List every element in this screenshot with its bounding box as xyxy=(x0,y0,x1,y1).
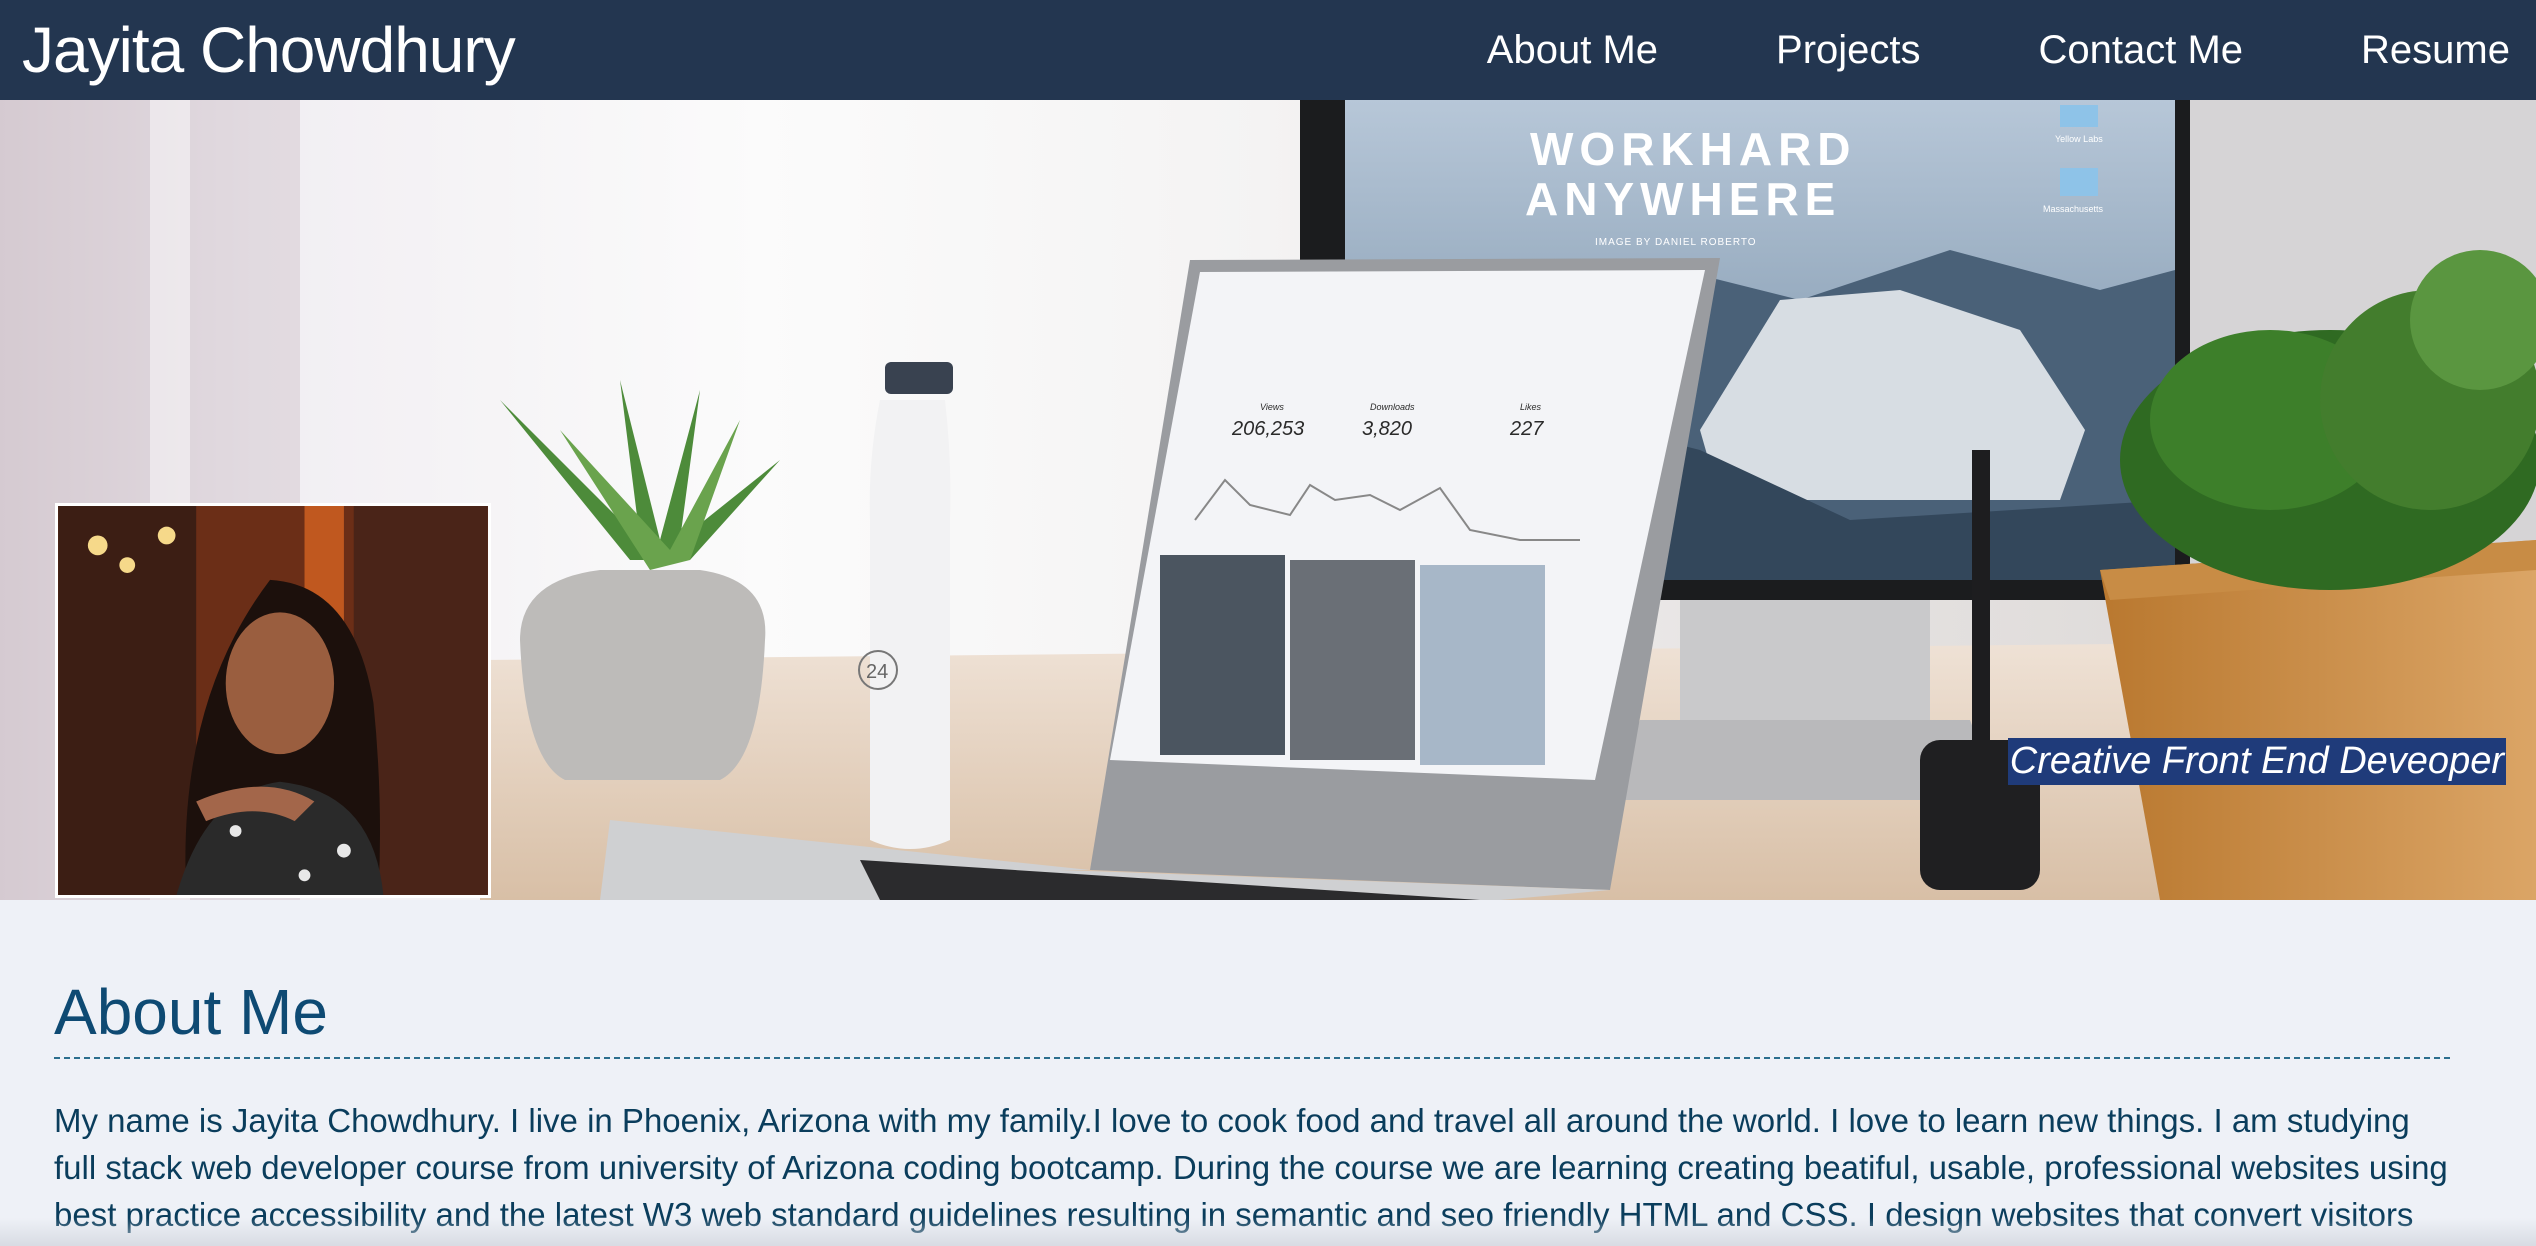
hero-banner: WORKHARD ANYWHERE IMAGE BY DANIEL ROBERT… xyxy=(0,100,2536,900)
site-title[interactable]: Jayita Chowdhury xyxy=(22,13,516,87)
stat-likes-value: 227 xyxy=(1509,418,1544,440)
folder-icon xyxy=(2060,105,2098,127)
nav-resume[interactable]: Resume xyxy=(2361,28,2510,73)
desktop-folder-1: Yellow Labs xyxy=(2055,134,2103,144)
scroll-fade xyxy=(0,1218,2536,1246)
about-heading: About Me xyxy=(54,975,2450,1059)
potted-plant-left xyxy=(500,380,780,780)
folder-icon xyxy=(2060,168,2098,196)
monitor-headline-1: WORKHARD xyxy=(1530,123,1857,175)
main-nav: About Me Projects Contact Me Resume xyxy=(1487,0,2510,100)
monitor-credit: IMAGE BY DANIEL ROBERTO xyxy=(1595,237,1757,248)
stat-downloads-value: 3,820 xyxy=(1362,418,1412,440)
nav-about-me[interactable]: About Me xyxy=(1487,28,1658,73)
stat-likes-label: Likes xyxy=(1520,402,1542,412)
about-section: About Me My name is Jayita Chowdhury. I … xyxy=(54,975,2450,1238)
stat-views-value: 206,253 xyxy=(1231,418,1304,440)
bottle-number: 24 xyxy=(866,661,888,683)
hero-tagline: Creative Front End Deveoper xyxy=(2007,738,2506,785)
water-bottle: 24 xyxy=(858,362,953,849)
nav-projects[interactable]: Projects xyxy=(1776,28,1921,73)
stat-downloads-label: Downloads xyxy=(1370,402,1415,412)
nav-contact-me[interactable]: Contact Me xyxy=(2039,28,2244,73)
profile-photo xyxy=(55,503,491,898)
about-paragraph: My name is Jayita Chowdhury. I live in P… xyxy=(54,1102,2448,1233)
desktop-folder-2: Massachusetts xyxy=(2043,204,2104,214)
site-header: Jayita Chowdhury About Me Projects Conta… xyxy=(0,0,2536,100)
stat-views-label: Views xyxy=(1260,402,1284,412)
profile-portrait xyxy=(58,506,488,895)
monitor-headline-2: ANYWHERE xyxy=(1525,173,1841,225)
